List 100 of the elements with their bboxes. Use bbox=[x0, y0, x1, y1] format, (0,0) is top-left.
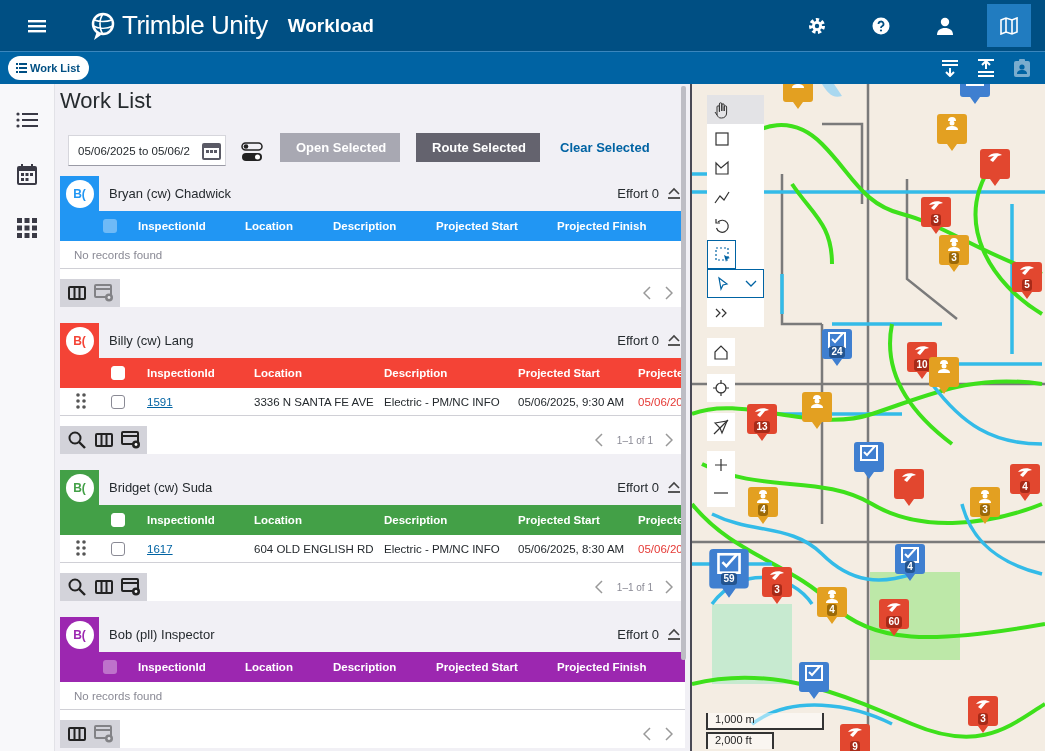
worker-marker[interactable] bbox=[937, 114, 967, 152]
column-header[interactable]: Projecte bbox=[638, 367, 685, 379]
inspection-id-link[interactable]: 1591 bbox=[147, 395, 254, 408]
column-header[interactable]: Location bbox=[245, 220, 333, 232]
column-header[interactable]: Location bbox=[254, 514, 384, 526]
next-page-button[interactable] bbox=[665, 580, 675, 594]
caret-icon bbox=[745, 279, 757, 288]
hammer-marker[interactable]: 5 bbox=[1012, 262, 1042, 300]
column-header[interactable]: Location bbox=[245, 661, 333, 673]
column-header[interactable]: Projected Finish bbox=[557, 661, 685, 673]
effort-label: Effort 0 bbox=[617, 480, 659, 495]
worker-marker[interactable]: 3 bbox=[939, 235, 969, 273]
pan-tool-icon[interactable] bbox=[714, 101, 728, 118]
column-header[interactable]: InspectionId bbox=[147, 514, 254, 526]
column-header[interactable]: Projected Start bbox=[518, 367, 638, 379]
arrow-down-lines-icon bbox=[941, 59, 959, 77]
collapse-icon[interactable] bbox=[667, 334, 681, 346]
zoom-out-button[interactable] bbox=[707, 479, 735, 507]
polyline-tool-icon[interactable] bbox=[714, 190, 730, 204]
hammer-marker[interactable]: 3 bbox=[968, 696, 998, 734]
toggle-icon bbox=[241, 141, 263, 162]
inspection-id-link[interactable]: 1617 bbox=[147, 542, 254, 555]
map-tool-button[interactable] bbox=[707, 95, 764, 124]
menu-icon bbox=[28, 18, 46, 33]
next-page-button[interactable] bbox=[665, 727, 675, 741]
drag-handle-icon[interactable] bbox=[76, 539, 86, 556]
crosshair-icon bbox=[712, 379, 730, 397]
previous-page-button[interactable] bbox=[594, 580, 605, 594]
map-tool-button[interactable] bbox=[707, 240, 736, 269]
column-header[interactable]: Description bbox=[384, 514, 518, 526]
undo-icon[interactable] bbox=[715, 217, 729, 233]
clear-selected-link[interactable]: Clear Selected bbox=[556, 133, 654, 162]
polygon-tool-icon[interactable] bbox=[715, 160, 729, 175]
select-all-checkbox[interactable] bbox=[111, 366, 125, 380]
route-selected-button[interactable]: Route Selected bbox=[416, 133, 540, 162]
zoom-in-button[interactable] bbox=[707, 451, 735, 479]
rectangle-tool-icon[interactable] bbox=[715, 131, 729, 146]
hammer-marker[interactable] bbox=[980, 149, 1010, 187]
column-header[interactable]: Projected Finish bbox=[557, 220, 685, 232]
date-range-field[interactable]: 05/06/2025 to 05/06/2 bbox=[68, 135, 226, 166]
hammer-marker[interactable]: 3 bbox=[921, 197, 951, 235]
collapse-icon[interactable] bbox=[667, 481, 681, 493]
column-header[interactable]: Description bbox=[384, 367, 518, 379]
hammer-marker[interactable] bbox=[894, 469, 924, 507]
row-checkbox[interactable] bbox=[111, 394, 125, 409]
app-title: Workload bbox=[287, 14, 374, 37]
hammer-marker[interactable]: 3 bbox=[762, 567, 792, 605]
collapse-icon[interactable] bbox=[667, 187, 681, 199]
columns-icon bbox=[94, 580, 113, 594]
apps-grid-icon[interactable] bbox=[17, 218, 37, 238]
task-marker[interactable]: 59 bbox=[709, 549, 749, 599]
task-marker[interactable]: 4 bbox=[895, 544, 925, 582]
list-icon[interactable] bbox=[16, 111, 38, 129]
column-header[interactable]: Description bbox=[333, 661, 436, 673]
worker-marker[interactable]: 4 bbox=[748, 487, 778, 525]
box-select-icon[interactable] bbox=[715, 246, 730, 262]
drag-handle-icon[interactable] bbox=[76, 392, 86, 409]
column-header[interactable]: Projected Start bbox=[436, 661, 557, 673]
column-header[interactable]: InspectionId bbox=[138, 661, 245, 673]
column-header[interactable]: InspectionId bbox=[147, 367, 254, 379]
column-header[interactable]: Projected Start bbox=[436, 220, 557, 232]
next-page-button[interactable] bbox=[665, 286, 675, 300]
chevrons-icon[interactable] bbox=[715, 307, 727, 318]
list-icon[interactable] bbox=[16, 63, 27, 73]
scrollbar[interactable] bbox=[681, 86, 686, 660]
gps-off-button[interactable] bbox=[707, 413, 735, 441]
worker-marker[interactable] bbox=[802, 392, 832, 430]
map-button[interactable] bbox=[987, 4, 1031, 47]
worker-marker[interactable]: 3 bbox=[970, 487, 1000, 525]
pagination-label: 1–1 of 1 bbox=[616, 581, 653, 593]
column-header[interactable]: Projected Start bbox=[518, 514, 638, 526]
select-all-checkbox[interactable] bbox=[111, 513, 125, 527]
hammer-marker[interactable]: 60 bbox=[879, 599, 909, 637]
pointer-icon[interactable] bbox=[718, 276, 729, 291]
row-checkbox[interactable] bbox=[111, 541, 125, 556]
column-header[interactable]: InspectionId bbox=[138, 220, 245, 232]
task-marker[interactable] bbox=[854, 442, 884, 480]
column-header[interactable]: Location bbox=[254, 367, 384, 379]
assignee-name: Bob (pll) Inspector bbox=[109, 627, 216, 642]
hammer-marker[interactable]: 13 bbox=[747, 404, 777, 442]
table-cell-text: 3336 N SANTA FE AVE bbox=[254, 395, 375, 408]
hammer-marker[interactable]: 9 bbox=[840, 724, 870, 751]
column-header[interactable]: Description bbox=[333, 220, 436, 232]
task-marker[interactable] bbox=[799, 662, 829, 700]
user-icon bbox=[936, 16, 954, 35]
map-tool-button[interactable] bbox=[707, 269, 764, 298]
collapse-icon[interactable] bbox=[667, 628, 681, 640]
hammer-marker[interactable]: 4 bbox=[1010, 464, 1040, 502]
worker-marker[interactable] bbox=[929, 357, 959, 395]
previous-page-button[interactable] bbox=[594, 433, 605, 447]
previous-page-button[interactable] bbox=[643, 727, 653, 741]
worker-marker[interactable]: 4 bbox=[817, 587, 847, 625]
calendar-icon[interactable] bbox=[17, 163, 37, 185]
work-list-button[interactable]: Work List bbox=[8, 56, 89, 80]
locate-button[interactable] bbox=[707, 374, 735, 402]
next-page-button[interactable] bbox=[665, 433, 675, 447]
previous-page-button[interactable] bbox=[643, 286, 653, 300]
column-header[interactable]: Projecte bbox=[638, 514, 685, 526]
task-marker[interactable]: 24 bbox=[822, 329, 852, 367]
home-button[interactable] bbox=[707, 338, 735, 366]
